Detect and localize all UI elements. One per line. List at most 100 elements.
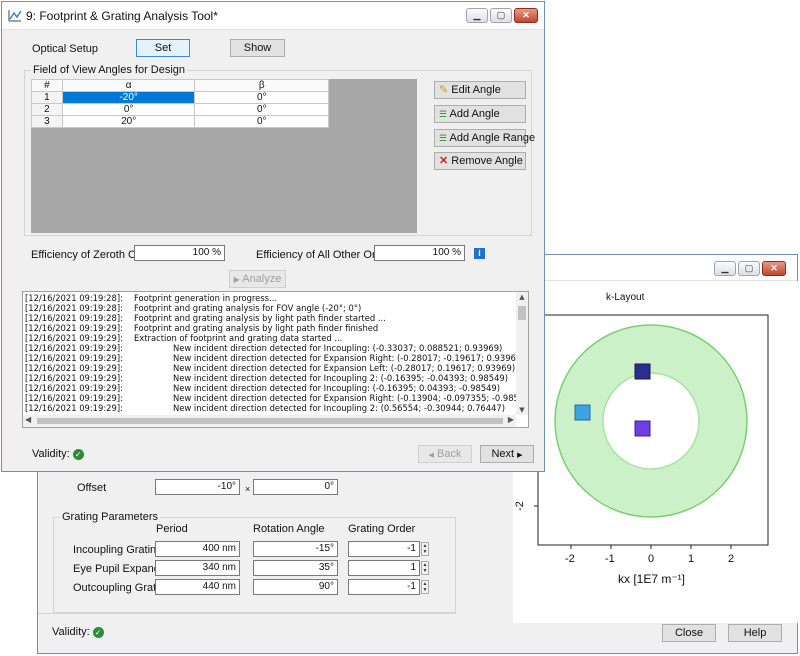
x-tick-label: -1 <box>605 553 615 565</box>
log-line: [12/16/2021 09:19:29]: New incident direc… <box>25 343 503 353</box>
back-label: Back <box>436 448 462 460</box>
order-stepper[interactable]: ▲ ▼ <box>421 580 429 594</box>
set-button[interactable]: Set <box>136 39 190 57</box>
info-icon[interactable]: i <box>474 248 485 259</box>
remove-angle-label: Remove Angle <box>451 155 523 167</box>
log-line: [12/16/2021 09:19:29]: New incident direc… <box>25 363 516 373</box>
period-field[interactable]: 440 nm <box>155 579 240 595</box>
help-button[interactable]: Help <box>728 624 782 642</box>
analyze-button[interactable]: ▶ Analyze <box>229 270 286 288</box>
log-line: [12/16/2021 09:19:29]: New incident direc… <box>25 393 529 403</box>
edit-angle-button[interactable]: ✎ Edit Angle <box>434 81 526 99</box>
table-row[interactable]: 1 -20° 0° <box>31 91 329 104</box>
order-field[interactable]: 1 <box>348 560 420 576</box>
log-line: [12/16/2021 09:19:29]: Extraction of foot… <box>25 333 343 343</box>
optical-setup-label: Optical Setup <box>32 43 99 55</box>
order-field[interactable]: -1 <box>348 579 420 595</box>
offset-x-field[interactable]: -10° <box>155 479 240 495</box>
order-stepper[interactable]: ▲ ▼ <box>421 542 429 556</box>
validity-ok-icon: ✓ <box>92 626 104 638</box>
rotation-field[interactable]: 90° <box>253 579 338 595</box>
pencil-icon: ✎ <box>439 84 449 96</box>
window-title: 9: Footprint & Grating Analysis Tool* <box>26 9 218 23</box>
period-header: Period <box>156 523 188 535</box>
log-vertical-scrollbar[interactable]: ▲ ▼ <box>516 292 528 415</box>
x-axis-label: kx [1E7 m⁻¹] <box>618 572 686 586</box>
grating-order-header: Grating Order <box>348 523 416 535</box>
close-window-button[interactable]: ✕ <box>514 8 538 23</box>
alpha-cell[interactable]: -20° <box>61 91 196 104</box>
row-index: 2 <box>31 103 63 116</box>
row-index: 1 <box>31 91 63 104</box>
remove-icon: ✕ <box>439 155 449 167</box>
back-validity-label: Validity: ✓ <box>52 626 104 638</box>
eye-pupil-marker <box>574 404 591 421</box>
order-stepper[interactable]: ▲ ▼ <box>421 561 429 575</box>
add-angle-range-label: Add Angle Range <box>449 132 536 144</box>
window-titlebar: 9: Footprint & Grating Analysis Tool* ▁ … <box>2 2 544 30</box>
outcoupling-marker <box>634 363 651 380</box>
play-icon: ▶ <box>233 275 240 284</box>
maximize-button[interactable]: ▢ <box>490 8 512 23</box>
scroll-thumb[interactable] <box>518 306 526 320</box>
period-field[interactable]: 340 nm <box>155 560 240 576</box>
hscroll-thumb[interactable] <box>37 418 503 424</box>
offset-y-field[interactable]: 0° <box>253 479 338 495</box>
log-line: [12/16/2021 09:19:29]: Footprint and grat… <box>25 323 379 333</box>
rotation-field[interactable]: 35° <box>253 560 338 576</box>
beta-cell[interactable]: 0° <box>194 115 329 128</box>
add-angle-button[interactable]: ☰ Add Angle <box>434 105 526 123</box>
table-header-row: # α β <box>31 79 329 92</box>
period-field[interactable]: 400 nm <box>155 541 240 557</box>
alpha-cell[interactable]: 0° <box>61 103 196 116</box>
add-angle-range-button[interactable]: ☰ Add Angle Range <box>434 129 535 147</box>
incoupling-marker <box>634 420 651 437</box>
next-arrow-icon: ▶ <box>517 452 523 459</box>
scroll-left-arrow[interactable]: ◀ <box>25 415 31 425</box>
analyze-label: Analyze <box>242 273 282 285</box>
log-line: [12/16/2021 09:19:29]: New incident direc… <box>25 353 525 363</box>
log-lines: [12/16/2021 09:19:28]: Footprint generati… <box>23 292 528 414</box>
alpha-cell[interactable]: 20° <box>61 115 196 128</box>
back-button[interactable]: ◀ Back <box>418 445 472 463</box>
table-row[interactable]: 3 20° 0° <box>31 115 329 128</box>
beta-cell[interactable]: 0° <box>194 91 329 104</box>
close-button[interactable]: Close <box>662 624 716 642</box>
y-tick-label: -2 <box>513 501 526 511</box>
k-layout-plot: k-Layout -2 -1 0 1 2 -2 kx [1E7 m⁻¹] <box>513 281 798 623</box>
validity-ok-icon: ✓ <box>72 448 84 460</box>
log-line: [12/16/2021 09:19:28]: Footprint and grat… <box>25 313 386 323</box>
close-window-button[interactable]: ✕ <box>762 261 786 276</box>
zeroth-order-field[interactable]: 100 % <box>134 245 225 261</box>
beta-cell[interactable]: 0° <box>194 103 329 116</box>
log-line: [12/16/2021 09:19:29]: New incident direc… <box>25 373 509 383</box>
show-button[interactable]: Show <box>230 39 285 57</box>
scroll-down-arrow[interactable]: ▼ <box>516 405 528 415</box>
front-validity-label: Validity: ✓ <box>32 448 84 460</box>
minimize-button[interactable]: ▁ <box>466 8 488 23</box>
panel-divider <box>38 613 456 614</box>
other-orders-field[interactable]: 100 % <box>374 245 465 261</box>
back-arrow-icon: ◀ <box>428 452 434 459</box>
rotation-field[interactable]: -15° <box>253 541 338 557</box>
minimize-button[interactable]: ▁ <box>714 261 736 276</box>
remove-angle-button[interactable]: ✕ Remove Angle <box>434 152 526 170</box>
scroll-right-arrow[interactable]: ▶ <box>508 415 514 425</box>
x-tick-label: 0 <box>648 553 655 565</box>
log-line: [12/16/2021 09:19:28]: Footprint and grat… <box>25 303 362 313</box>
offset-separator: × <box>245 484 251 494</box>
grating-row-name: Incoupling Grating <box>73 544 163 556</box>
log-horizontal-scrollbar[interactable]: ◀ ▶ <box>23 415 516 427</box>
maximize-button[interactable]: ▢ <box>738 261 760 276</box>
x-tick-label: 2 <box>728 553 735 565</box>
order-field[interactable]: -1 <box>348 541 420 557</box>
col-header-alpha: α <box>61 79 196 92</box>
scroll-up-arrow[interactable]: ▲ <box>516 292 528 302</box>
table-row[interactable]: 2 0° 0° <box>31 103 329 116</box>
next-button[interactable]: Next ▶ <box>480 445 534 463</box>
log-line: [12/16/2021 09:19:28]: Footprint generati… <box>25 293 278 303</box>
analysis-log[interactable]: [12/16/2021 09:19:28]: Footprint generati… <box>22 291 529 428</box>
offset-label: Offset <box>77 482 107 494</box>
next-label: Next <box>491 448 515 460</box>
footprint-grating-window: 9: Footprint & Grating Analysis Tool* ▁ … <box>1 1 545 472</box>
